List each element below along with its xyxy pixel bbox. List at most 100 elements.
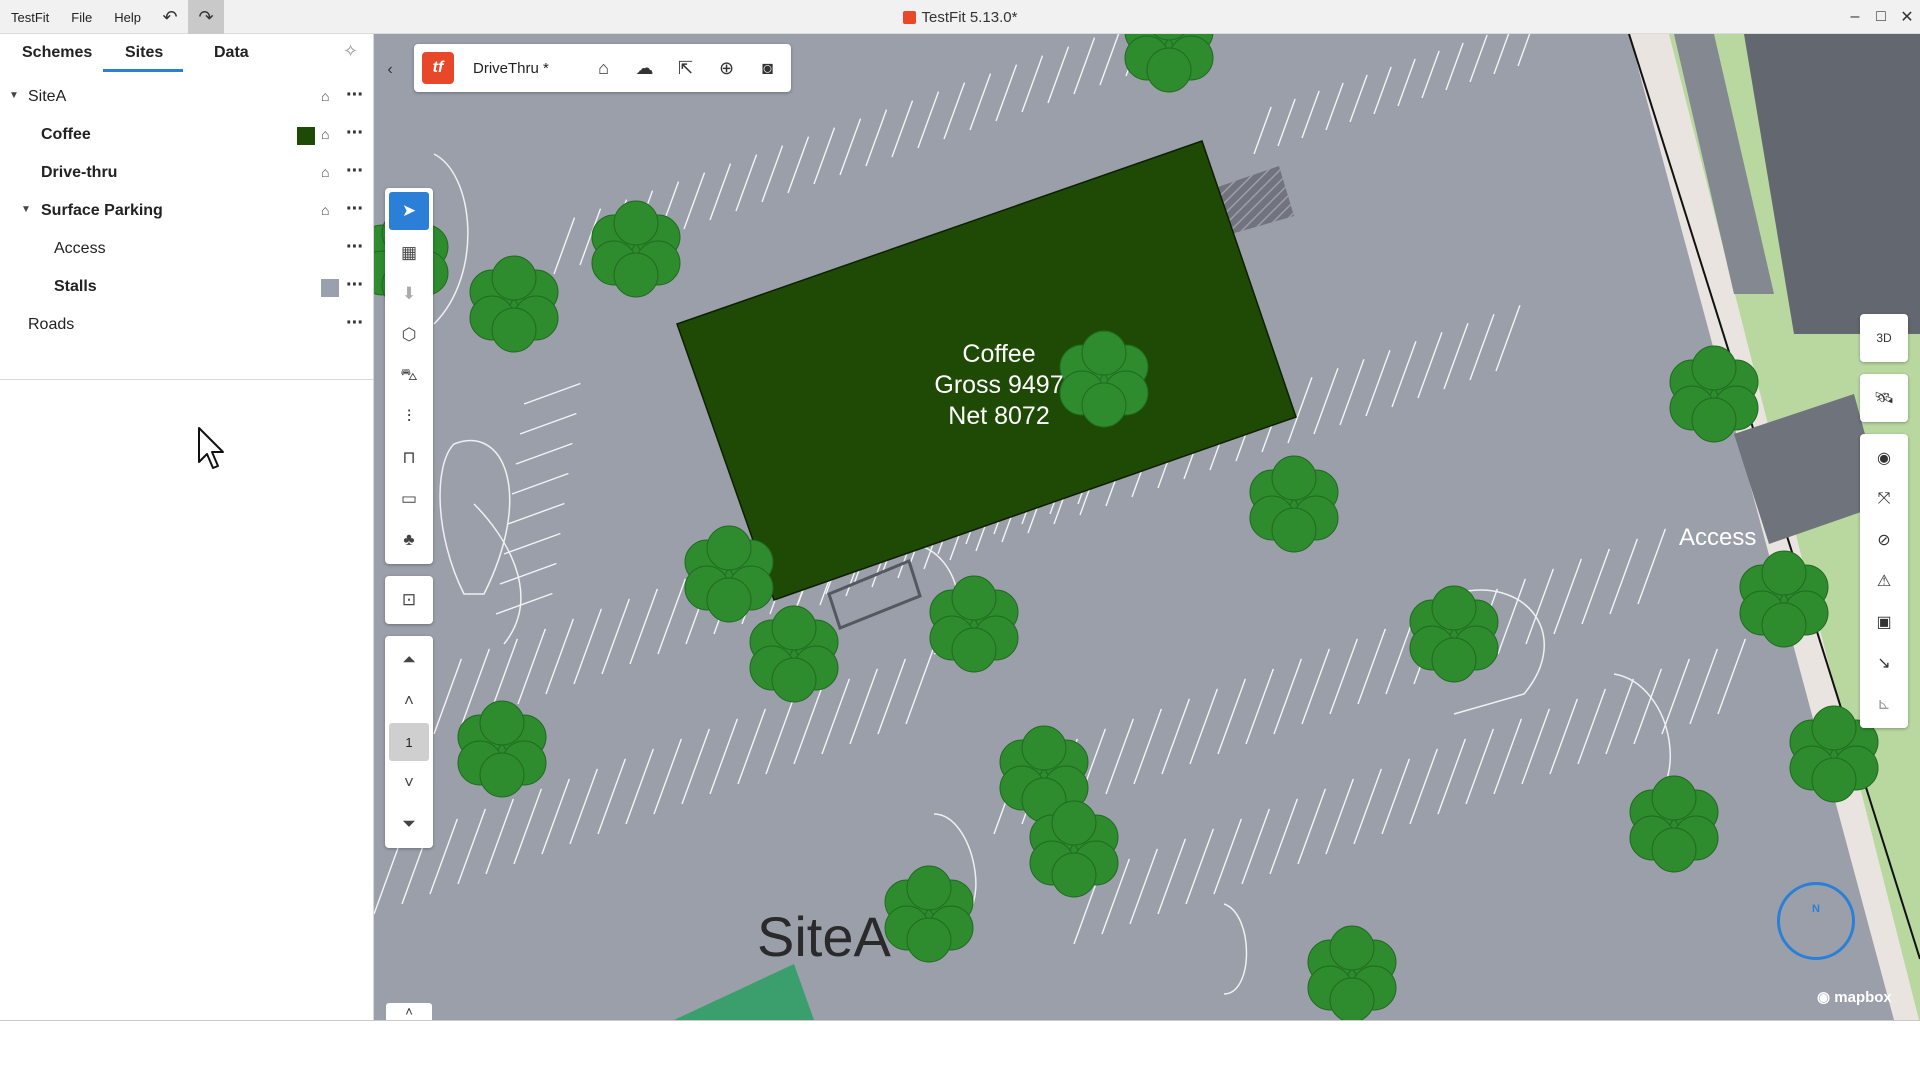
tree-row-stalls[interactable]: Stalls ··· [0,268,374,306]
close-icon[interactable]: ✕ [1894,0,1920,34]
level-controls: ⏶ ˄ 1 ˅ ⏷ [385,636,433,848]
menu-file[interactable]: File [60,10,103,25]
canopy-icon[interactable]: ⊓ [389,439,429,477]
tree-label: Access [54,240,106,257]
compass-icon[interactable]: ⊘ [1864,521,1904,559]
stamp-icon[interactable]: ⬇ [389,275,429,313]
add-shape-icon[interactable]: ⊡ [389,581,429,619]
parking-stripe [629,588,659,665]
satellite-icon[interactable]: 🛰 [1864,379,1904,417]
building-icon[interactable]: ⌂ [321,202,329,218]
minimize-icon[interactable]: – [1842,0,1868,34]
tree-row-drive-thru[interactable]: Drive-thru ⌂ ··· [0,154,374,192]
more-icon[interactable]: ··· [346,236,364,259]
tree-label: Coffee [41,126,91,143]
top-level-icon[interactable]: ⏶ [389,641,429,679]
fit-view-icon[interactable]: ⤧ [1864,480,1904,518]
tab-sites[interactable]: Sites [125,34,163,72]
parking-stripe [1381,758,1411,835]
bottom-level-icon[interactable]: ⏷ [389,805,429,843]
app-title: TestFit 5.13.0* [0,0,1920,34]
parking-stripe [1313,367,1339,435]
menu-testfit[interactable]: TestFit [0,10,60,25]
view-3d-button[interactable]: 3D [1864,319,1904,357]
parking-add-icon[interactable]: ⫶ [389,398,429,436]
parking-stripe [1365,349,1391,417]
more-icon[interactable]: ··· [346,160,364,183]
car-icon[interactable]: ⛍ [389,357,429,395]
parking-stripe [709,163,732,221]
parking-stripe [507,502,565,525]
mapbox-attribution[interactable]: ◉ mapbox [1817,988,1892,1006]
image-icon[interactable]: ▣ [1864,603,1904,641]
tree-row-access[interactable]: Access ··· [0,230,374,268]
level-up-icon[interactable]: ˄ [389,682,429,720]
parking-stripe [657,578,687,655]
collapse-panel-icon[interactable]: ‹ [374,60,406,80]
building-icon[interactable]: ⌂ [321,88,329,104]
cloud-sync-icon[interactable]: ☁ [624,44,665,92]
parking-stripe [1161,698,1191,775]
building-icon[interactable]: ⌂ [321,164,329,180]
compass-icon[interactable]: N [1777,882,1855,960]
ruler-icon[interactable]: ▭ [389,480,429,518]
parking-stripe [1445,42,1464,91]
tab-data[interactable]: Data [214,34,249,72]
tree-icon[interactable]: ♣ [389,521,429,559]
more-icon[interactable]: ··· [346,198,364,221]
ruler-corner-icon[interactable]: ⊾ [1864,685,1904,723]
building-icon[interactable]: ▦ [389,234,429,272]
parking-stripe [1443,322,1469,390]
parking-stripe [1357,628,1387,705]
more-icon[interactable]: ··· [346,312,364,335]
redo-icon[interactable]: ↷ [188,0,224,34]
caret-down-icon[interactable]: ▼ [9,90,19,101]
parking-stripe [653,738,683,815]
more-icon[interactable]: ··· [346,84,364,107]
arrow-diagonal-icon[interactable]: ↘ [1864,644,1904,682]
parking-stripe [553,217,576,275]
map-canvas[interactable]: Coffee Gross 9497 Net 8072 SiteA Access … [374,34,1920,1020]
caret-down-icon[interactable]: ▼ [21,204,31,215]
parking-stripe [761,145,784,203]
building-icon[interactable]: ⌂ [321,126,329,142]
cube-icon[interactable]: ⬡ [389,316,429,354]
warning-icon[interactable]: ⚠ [1864,562,1904,600]
tree-label: Stalls [54,278,97,295]
tree [1249,455,1339,553]
expand-bottom-icon[interactable]: ˄ [386,1003,432,1020]
parking-stripe [1253,106,1272,155]
eye-icon[interactable]: ◉ [1864,439,1904,477]
maximize-icon[interactable]: □ [1868,0,1894,34]
share-icon[interactable]: ⇱ [665,44,706,92]
home-icon[interactable]: ⌂ [583,44,624,92]
compass-north: N [1812,903,1820,915]
sparkle-icon[interactable]: ✧ [343,41,358,62]
undo-icon[interactable]: ↶ [152,0,188,34]
parking-stripe [995,64,1018,122]
satellite-tool: 🛰 [1860,374,1908,422]
tree-row-sitea[interactable]: ▼ SiteA ⌂ ··· [0,78,374,116]
menu-help[interactable]: Help [103,10,152,25]
camera-icon[interactable]: ◙ [747,44,788,92]
add-circle-icon[interactable]: ⊕ [706,44,747,92]
tab-schemes[interactable]: Schemes [22,34,92,72]
site-label: SiteA [757,905,891,968]
color-swatch[interactable] [321,279,339,297]
tree-row-roads[interactable]: Roads ··· [0,306,374,344]
tree-row-coffee[interactable]: Coffee ⌂ ··· [0,116,374,154]
current-level[interactable]: 1 [389,723,429,761]
level-down-icon[interactable]: ˅ [389,764,429,802]
tree [457,700,547,798]
parking-stripe [1409,748,1439,825]
parking-stripe [1637,528,1667,605]
parking-stripe [515,442,573,465]
more-icon[interactable]: ··· [346,274,364,297]
scheme-name[interactable]: DriveThru * [473,60,583,77]
more-icon[interactable]: ··· [346,122,364,145]
color-swatch[interactable] [297,127,315,145]
testfit-logo[interactable]: tf [422,52,454,84]
parking-stripe [1353,768,1383,845]
select-icon[interactable]: ➤ [389,192,429,230]
tree-row-surface-parking[interactable]: ▼ Surface Parking ⌂ ··· [0,192,374,230]
